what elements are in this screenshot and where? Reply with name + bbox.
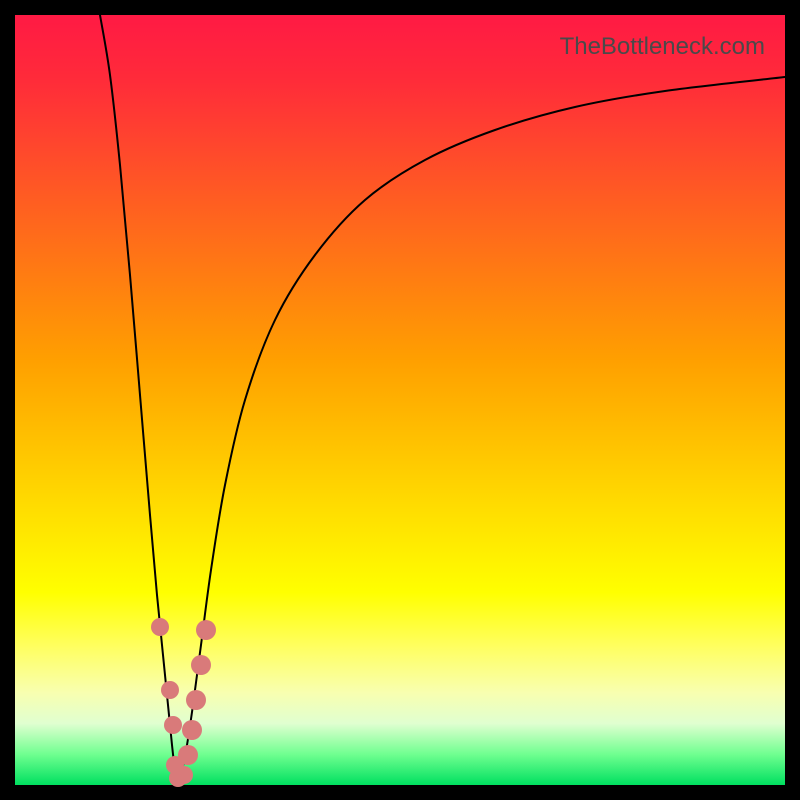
sample-marker <box>186 690 206 710</box>
sample-marker <box>191 655 211 675</box>
sample-marker <box>196 620 216 640</box>
curves-svg <box>15 15 785 785</box>
sample-marker <box>151 618 169 636</box>
sample-marker <box>182 720 202 740</box>
sample-markers <box>151 618 216 787</box>
sample-marker <box>161 681 179 699</box>
bottleneck-curve-right <box>178 77 785 782</box>
sample-marker <box>178 745 198 765</box>
bottleneck-curve-left <box>100 15 178 782</box>
sample-marker <box>175 766 193 784</box>
sample-marker <box>164 716 182 734</box>
chart-container: TheBottleneck.com <box>0 0 800 800</box>
plot-area: TheBottleneck.com <box>15 15 785 785</box>
